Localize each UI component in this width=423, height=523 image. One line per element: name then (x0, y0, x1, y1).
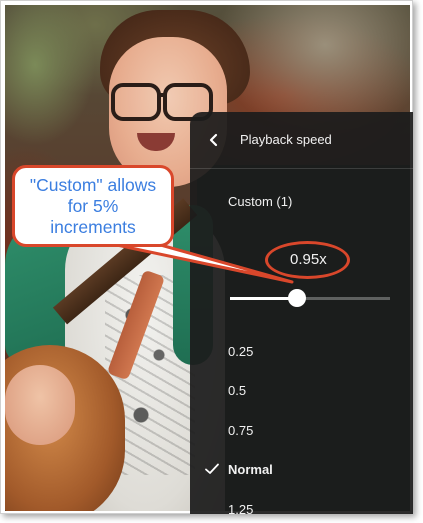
back-button[interactable] (202, 128, 226, 152)
speed-option[interactable]: 0.75 (228, 423, 253, 438)
speed-option[interactable]: Normal (228, 462, 273, 477)
speed-slider-thumb[interactable] (288, 289, 307, 307)
glasses-left-lens (111, 83, 161, 121)
speed-option[interactable]: 0.5 (228, 383, 246, 398)
callout-line: "Custom" allows (29, 175, 157, 195)
chevron-left-icon (209, 133, 218, 147)
speed-option[interactable]: 1.25 (228, 502, 253, 517)
callout-line: increments (50, 217, 136, 237)
speed-option[interactable]: 0.25 (228, 344, 253, 359)
panel-title: Playback speed (240, 132, 332, 147)
panel-header: Playback speed (190, 112, 413, 169)
speed-slider-track[interactable] (230, 289, 390, 307)
glasses-bridge (157, 93, 167, 97)
playback-speed-panel: Playback speed Custom (1) 0.95x 0.25 0.5 0… (190, 112, 413, 517)
highlight-oval (265, 241, 350, 279)
callout-line: for 5% (67, 196, 119, 216)
person-hand (5, 365, 75, 445)
check-icon (205, 463, 219, 474)
callout-box: "Custom" allows for 5% increments (12, 165, 174, 247)
custom-speed-item[interactable]: Custom (1) (228, 194, 292, 209)
speed-slider-fill (230, 297, 298, 300)
